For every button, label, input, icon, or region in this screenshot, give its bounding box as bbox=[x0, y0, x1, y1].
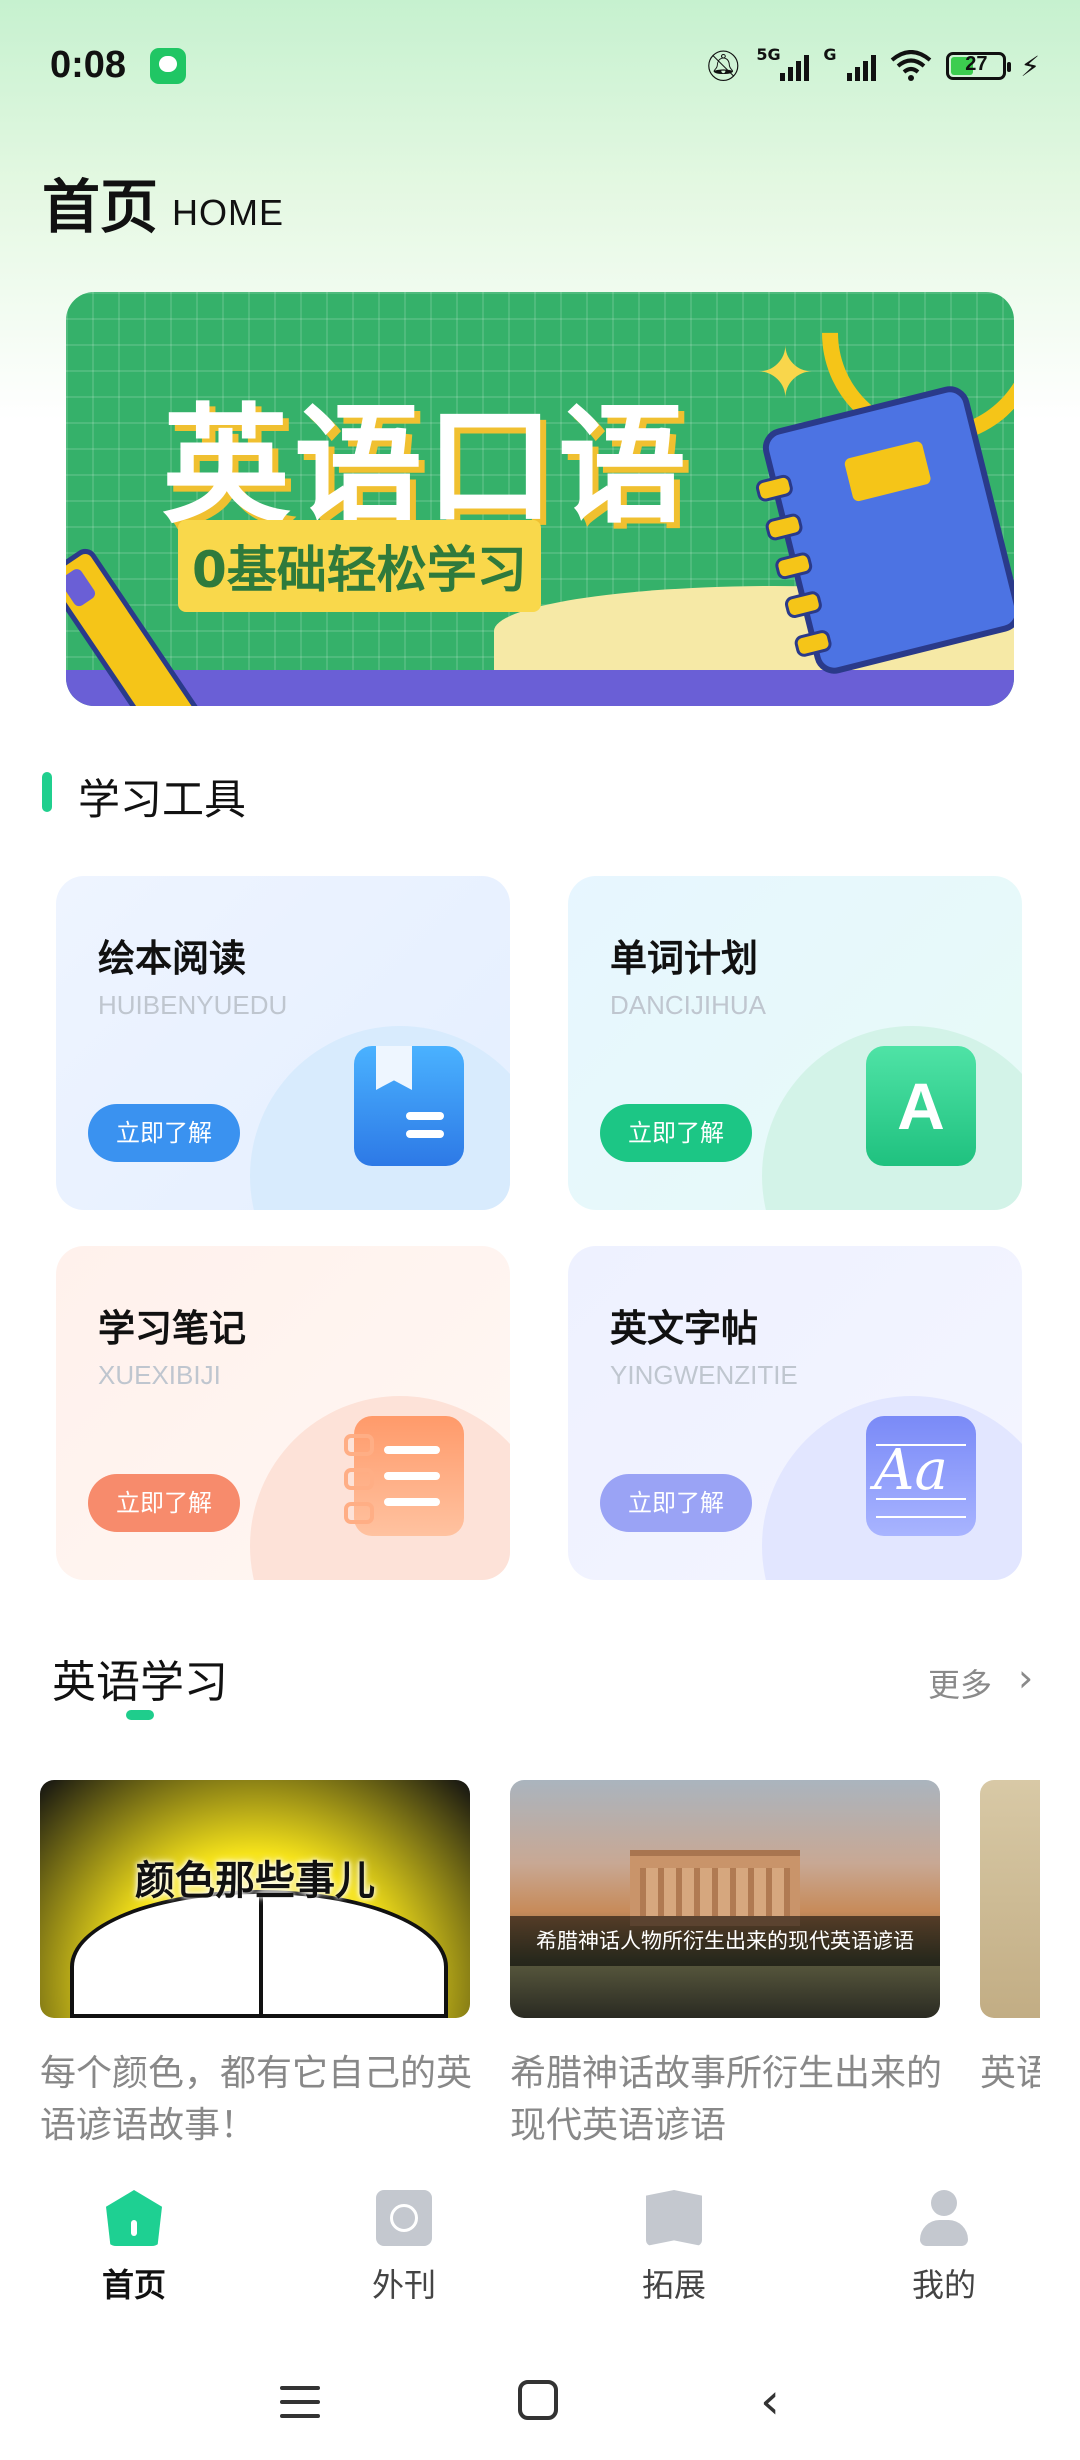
learn-more-button[interactable]: 立即了解 bbox=[600, 1104, 752, 1162]
tool-card-pinyin: XUEXIBIJI bbox=[98, 1360, 221, 1390]
sparkle-icon: ✦ bbox=[756, 332, 815, 414]
map-book-icon bbox=[646, 2190, 702, 2246]
wifi-icon bbox=[891, 50, 932, 81]
english-section-title: 英语学习 bbox=[52, 1657, 228, 1708]
nav-label: 我的 bbox=[911, 2266, 976, 2304]
back-button[interactable]: ‹ bbox=[760, 2372, 780, 2430]
battery-icon: 27 bbox=[946, 52, 1012, 80]
mute-bell-icon: 🔕︎ bbox=[704, 48, 743, 84]
tools-section-title: 学习工具 bbox=[78, 775, 247, 824]
article-caption[interactable]: 希腊神话故事所衍生出来的现代英语谚语 bbox=[510, 2048, 950, 2152]
section-tab-indicator bbox=[126, 1710, 154, 1720]
home-icon bbox=[106, 2190, 162, 2246]
tool-card-title: 绘本阅读 bbox=[98, 937, 246, 980]
tool-card-pinyin: DANCIJIHUA bbox=[610, 990, 767, 1020]
thumbnail-text: 希腊神话人物所衍生出来的现代英语谚语 bbox=[510, 1916, 940, 1966]
nav-item-mine[interactable]: 我的 bbox=[854, 2190, 1034, 2306]
temple-illustration bbox=[630, 1850, 800, 1926]
tool-card-word-plan[interactable]: 单词计划 DANCIJIHUA 立即了解 A bbox=[568, 876, 1022, 1210]
status-icons: 🔕︎ 5G G 27 ⚡︎ bbox=[704, 45, 1040, 86]
learn-more-button[interactable]: 立即了解 bbox=[600, 1474, 752, 1532]
tool-card-title: 学习笔记 bbox=[98, 1307, 246, 1350]
banner-subtitle: 0基础轻松学习 bbox=[178, 520, 541, 612]
nav-item-extend[interactable]: 拓展 bbox=[584, 2190, 764, 2306]
page-subtitle: HOME bbox=[172, 192, 284, 233]
journal-icon bbox=[376, 2190, 432, 2246]
nav-item-home[interactable]: 首页 bbox=[44, 2190, 224, 2306]
charging-icon: ⚡︎ bbox=[1020, 49, 1040, 83]
signal-g-icon: G bbox=[823, 45, 877, 81]
book-icon bbox=[354, 1046, 464, 1166]
tool-card-copybook[interactable]: 英文字帖 YINGWENZITIE 立即了解 Aa bbox=[568, 1246, 1022, 1580]
chevron-right-icon[interactable]: › bbox=[1018, 1656, 1033, 1700]
promo-banner[interactable]: ✦ 英语口语 0基础轻松学习 bbox=[66, 292, 1014, 706]
signal-5g-icon: 5G bbox=[756, 45, 810, 81]
tool-card-picture-book[interactable]: 绘本阅读 HUIBENYUEDU 立即了解 bbox=[56, 876, 510, 1210]
profile-icon bbox=[916, 2190, 972, 2246]
open-book-illustration bbox=[70, 1890, 448, 2018]
letter-a-icon: A bbox=[866, 1046, 976, 1166]
nav-item-journals[interactable]: 外刊 bbox=[314, 2190, 494, 2306]
tool-card-title: 英文字帖 bbox=[610, 1307, 758, 1350]
battery-level: 27 bbox=[965, 53, 988, 75]
more-link[interactable]: 更多 bbox=[928, 1660, 992, 1706]
network-type-1: 5G bbox=[756, 45, 781, 64]
nav-label: 外刊 bbox=[371, 2266, 436, 2304]
article-card[interactable]: 颜色那些事儿 每个颜色，都有它自己的英语谚语故事！ bbox=[40, 1780, 472, 2152]
thumbnail-text: 颜色那些事儿 bbox=[135, 1858, 375, 1904]
bottom-nav: 首页 外刊 拓展 我的 bbox=[0, 2170, 1080, 2310]
article-card[interactable]: 希腊神话人物所衍生出来的现代英语谚语 希腊神话故事所衍生出来的现代英语谚语 bbox=[510, 1780, 942, 2152]
tool-card-study-notes[interactable]: 学习笔记 XUEXIBIJI 立即了解 bbox=[56, 1246, 510, 1580]
network-type-2: G bbox=[823, 45, 837, 64]
message-app-icon bbox=[150, 48, 186, 84]
section-accent-bar bbox=[42, 772, 52, 812]
copybook-icon: Aa bbox=[866, 1416, 976, 1536]
article-caption[interactable]: 每个颜色，都有它自己的英语谚语故事！ bbox=[40, 2048, 480, 2152]
article-thumbnail[interactable]: 希腊神话人物所衍生出来的现代英语谚语 bbox=[510, 1780, 940, 2018]
tool-card-title: 单词计划 bbox=[610, 937, 758, 980]
tool-card-pinyin: HUIBENYUEDU bbox=[98, 990, 288, 1020]
article-caption[interactable]: 英语典故 bbox=[980, 2048, 1040, 2100]
article-card[interactable]: 英语典故 bbox=[980, 1780, 1040, 2100]
recent-apps-button[interactable] bbox=[280, 2386, 320, 2428]
status-bar: 0:08 🔕︎ 5G G 27 ⚡︎ bbox=[0, 0, 1080, 130]
article-thumbnail[interactable]: 颜色那些事儿 bbox=[40, 1780, 470, 2018]
home-button[interactable] bbox=[518, 2380, 558, 2420]
page-title: 首页 bbox=[42, 173, 159, 241]
learn-more-button[interactable]: 立即了解 bbox=[88, 1474, 240, 1532]
learn-more-button[interactable]: 立即了解 bbox=[88, 1104, 240, 1162]
system-nav-bar: ‹ bbox=[0, 2330, 1080, 2460]
notebook-icon bbox=[344, 1416, 464, 1536]
tool-card-pinyin: YINGWENZITIE bbox=[610, 1360, 798, 1390]
nav-label: 首页 bbox=[101, 2266, 166, 2304]
decor-strip bbox=[66, 670, 1014, 706]
status-time: 0:08 bbox=[50, 44, 127, 86]
article-thumbnail[interactable] bbox=[980, 1780, 1040, 2018]
nav-label: 拓展 bbox=[641, 2266, 706, 2304]
